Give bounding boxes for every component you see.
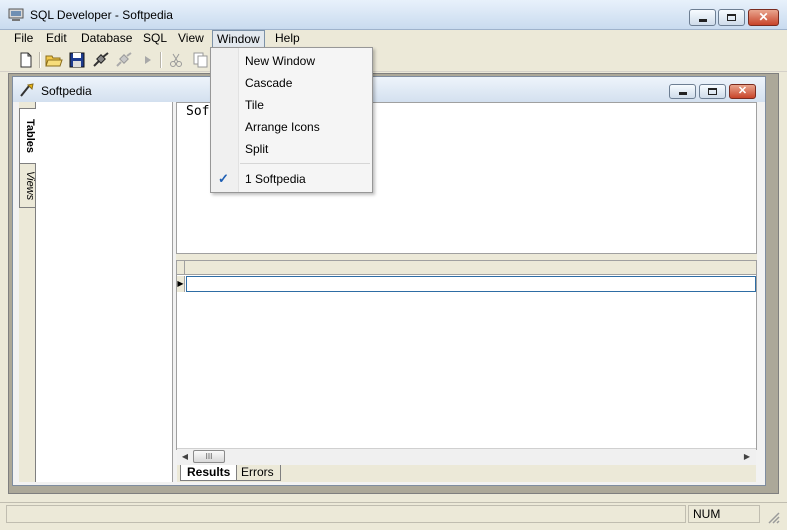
child-title-bar: Softpedia ✕ bbox=[13, 77, 765, 102]
menu-item-cascade[interactable]: Cascade bbox=[245, 76, 292, 90]
menu-item-split[interactable]: Split bbox=[245, 142, 268, 156]
scroll-right-icon[interactable]: ▶ bbox=[741, 451, 753, 463]
menu-item-arrange-icons[interactable]: Arrange Icons bbox=[245, 120, 320, 134]
toolbar-separator bbox=[160, 52, 162, 68]
horizontal-scrollbar[interactable]: ◀ ▶ bbox=[177, 448, 756, 465]
menu-window[interactable]: Window bbox=[212, 30, 265, 48]
maximize-button[interactable] bbox=[718, 9, 745, 26]
object-tabs: Tables Views bbox=[19, 102, 36, 482]
num-lock-indicator: NUM bbox=[688, 505, 760, 523]
grid-header bbox=[177, 261, 756, 275]
grid-corner-cell bbox=[177, 261, 185, 275]
tab-errors[interactable]: Errors bbox=[235, 465, 281, 481]
menu-view[interactable]: View bbox=[174, 30, 208, 48]
menu-item-tile[interactable]: Tile bbox=[245, 98, 264, 112]
save-icon[interactable] bbox=[67, 51, 87, 69]
database-app-icon bbox=[8, 8, 24, 21]
table-row[interactable] bbox=[186, 276, 756, 292]
softpedia-broom-icon bbox=[20, 83, 34, 97]
close-icon: ✕ bbox=[758, 10, 769, 24]
menu-file[interactable]: File bbox=[10, 30, 37, 48]
minimize-button[interactable] bbox=[689, 9, 716, 26]
close-icon: ✕ bbox=[737, 85, 748, 97]
tab-views[interactable]: Views bbox=[19, 164, 36, 208]
menu-edit[interactable]: Edit bbox=[42, 30, 71, 48]
row-indicator-icon: ▶ bbox=[177, 276, 185, 292]
tab-results[interactable]: Results bbox=[180, 465, 238, 481]
copy-icon[interactable] bbox=[190, 51, 210, 69]
disconnect-icon[interactable] bbox=[114, 51, 134, 69]
open-folder-icon[interactable] bbox=[44, 51, 64, 69]
menu-bar: File Edit Database SQL View Window Help bbox=[0, 30, 787, 48]
toolbar-separator bbox=[39, 52, 41, 68]
child-minimize-button[interactable] bbox=[669, 84, 696, 99]
menu-help[interactable]: Help bbox=[271, 30, 304, 48]
minimize-icon bbox=[699, 19, 707, 22]
menu-sql[interactable]: SQL bbox=[139, 30, 171, 48]
check-icon: ✓ bbox=[218, 171, 229, 186]
tab-tables[interactable]: Tables bbox=[19, 108, 36, 164]
toolbar bbox=[0, 48, 787, 72]
scroll-left-icon[interactable]: ◀ bbox=[179, 451, 191, 463]
menu-database[interactable]: Database bbox=[77, 30, 136, 48]
run-icon[interactable] bbox=[138, 51, 158, 69]
maximize-icon bbox=[708, 88, 717, 95]
new-file-icon[interactable] bbox=[16, 51, 36, 69]
child-maximize-button[interactable] bbox=[699, 84, 726, 99]
menu-separator bbox=[240, 163, 370, 164]
child-close-button[interactable]: ✕ bbox=[729, 84, 756, 99]
title-bar: SQL Developer - Softpedia ✕ bbox=[0, 0, 787, 30]
editor-text: Sof bbox=[186, 104, 210, 119]
status-message-panel bbox=[6, 505, 686, 523]
menu-item-window-softpedia[interactable]: 1 Softpedia bbox=[245, 172, 306, 186]
maximize-icon bbox=[727, 14, 736, 21]
window-title: SQL Developer - Softpedia bbox=[30, 8, 173, 22]
child-window-title: Softpedia bbox=[41, 84, 92, 98]
close-button[interactable]: ✕ bbox=[748, 9, 779, 26]
scroll-thumb[interactable]: III bbox=[193, 450, 225, 463]
object-tree-pane[interactable] bbox=[36, 102, 173, 482]
resize-grip-icon[interactable] bbox=[766, 510, 780, 524]
cut-icon[interactable] bbox=[166, 51, 186, 69]
minimize-icon bbox=[679, 92, 687, 95]
connect-icon[interactable] bbox=[91, 51, 111, 69]
menu-item-new-window[interactable]: New Window bbox=[245, 54, 315, 68]
